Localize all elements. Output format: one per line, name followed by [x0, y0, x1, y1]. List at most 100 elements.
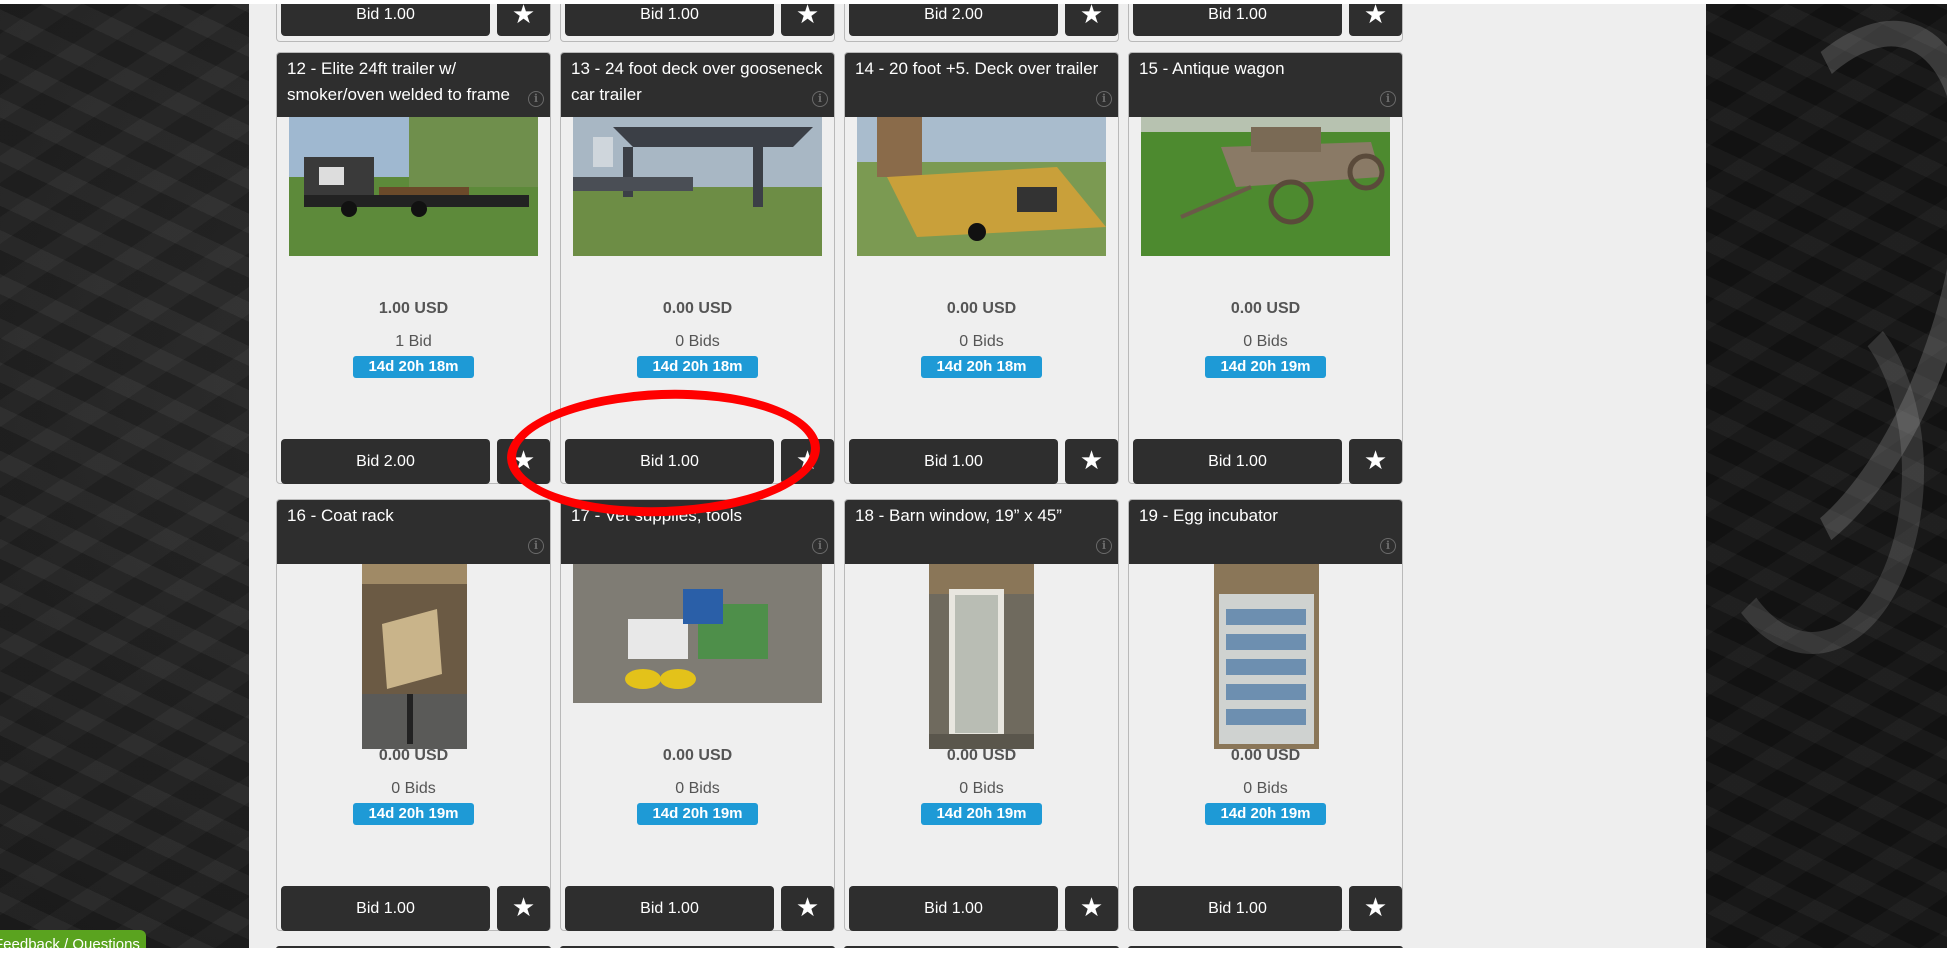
lot-card-14[interactable]: 14 - 20 foot +5. Deck over trailer i 0.0… [844, 52, 1119, 484]
lot-card-header[interactable]: 12 - Elite 24ft trailer w/ smoker/oven w… [277, 53, 550, 117]
star-icon: ★ [795, 893, 820, 923]
lot-card-17[interactable]: 17 - Vet supplies, tools i 0.00 USD 0 Bi… [560, 499, 835, 931]
lot-card-partial: Bid 1.00 ★ [276, 4, 551, 42]
time-remaining-badge: 14d 20h 19m [1205, 356, 1326, 378]
bid-button[interactable]: Bid 2.00 [849, 4, 1058, 36]
bid-button[interactable]: Bid 1.00 [281, 4, 490, 36]
trailer-photo [289, 117, 538, 256]
star-icon: ★ [1363, 893, 1388, 923]
lot-image-trailer-with-smoker[interactable] [289, 117, 538, 256]
bid-count: 0 Bids [675, 780, 720, 797]
star-icon: ★ [1363, 446, 1388, 476]
star-icon: ★ [795, 446, 820, 476]
lot-card-header[interactable]: 16 - Coat rack i [277, 500, 550, 564]
lot-title[interactable]: 12 - Elite 24ft trailer w/ smoker/oven w… [287, 56, 542, 108]
lot-title[interactable]: 15 - Antique wagon [1139, 56, 1394, 82]
current-price: 0.00 USD [662, 300, 733, 317]
bottom-strip [0, 948, 1947, 956]
lot-card-header[interactable]: 17 - Vet supplies, tools i [561, 500, 834, 564]
lot-image-antique-wagon[interactable] [1141, 117, 1390, 256]
lot-title[interactable]: 18 - Barn window, 19” x 45” [855, 503, 1110, 529]
current-price: 0.00 USD [1230, 747, 1301, 764]
info-icon[interactable]: i [812, 538, 828, 554]
bid-button[interactable]: Bid 1.00 [849, 886, 1058, 931]
bid-count: 0 Bids [959, 780, 1004, 797]
lot-card-header[interactable]: 13 - 24 foot deck over gooseneck car tra… [561, 53, 834, 117]
watch-star-button[interactable]: ★ [1349, 886, 1402, 931]
star-icon: ★ [1079, 4, 1104, 30]
coat-rack-photo [362, 564, 467, 749]
lot-card-16[interactable]: 16 - Coat rack i 0.00 USD 0 Bids 14d 20h… [276, 499, 551, 931]
lot-card-header[interactable]: 15 - Antique wagon i [1129, 53, 1402, 117]
star-icon: ★ [511, 446, 536, 476]
bid-button[interactable]: Bid 1.00 [1133, 4, 1342, 36]
lot-card-partial: Bid 1.00 ★ [560, 4, 835, 42]
lot-title[interactable]: 16 - Coat rack [287, 503, 542, 529]
lot-card-15[interactable]: 15 - Antique wagon i 0.00 USD 0 Bids 14d… [1128, 52, 1403, 484]
watch-star-button[interactable]: ★ [1065, 886, 1118, 931]
lot-image-vet-supplies[interactable] [573, 564, 822, 703]
watch-star-button[interactable]: ★ [1349, 4, 1402, 36]
bid-button[interactable]: Bid 1.00 [565, 886, 774, 931]
info-icon[interactable]: i [528, 538, 544, 554]
time-remaining-badge: 14d 20h 19m [1205, 803, 1326, 825]
lot-image-gooseneck-trailer[interactable] [573, 117, 822, 256]
current-price: 0.00 USD [378, 747, 449, 764]
info-icon[interactable]: i [528, 91, 544, 107]
watch-star-button[interactable]: ★ [781, 439, 834, 484]
time-remaining-badge: 14d 20h 18m [637, 356, 758, 378]
lot-image-barn-window[interactable] [929, 564, 1034, 749]
watch-star-button[interactable]: ★ [497, 4, 550, 36]
watch-star-button[interactable]: ★ [1349, 439, 1402, 484]
watch-star-button[interactable]: ★ [1065, 4, 1118, 36]
lot-card-13[interactable]: 13 - 24 foot deck over gooseneck car tra… [560, 52, 835, 484]
auction-content-panel: Bid 1.00 ★ Bid 1.00 ★ Bid 2.00 ★ Bid 1.0… [249, 4, 1706, 948]
trailer-photo [857, 117, 1106, 256]
lot-image-coat-rack[interactable] [362, 564, 467, 749]
info-icon[interactable]: i [1096, 538, 1112, 554]
vet-supplies-photo [573, 564, 822, 703]
current-price: 0.00 USD [946, 747, 1017, 764]
current-price: 0.00 USD [662, 747, 733, 764]
info-icon[interactable]: i [1380, 91, 1396, 107]
lot-title[interactable]: 19 - Egg incubator [1139, 503, 1394, 529]
lot-title[interactable]: 17 - Vet supplies, tools [571, 503, 826, 529]
watch-star-button[interactable]: ★ [497, 439, 550, 484]
background-logo-swirl-lower [1700, 290, 1924, 654]
info-icon[interactable]: i [812, 91, 828, 107]
lot-card-12[interactable]: 12 - Elite 24ft trailer w/ smoker/oven w… [276, 52, 551, 484]
watch-star-button[interactable]: ★ [781, 886, 834, 931]
star-icon: ★ [1079, 893, 1104, 923]
lot-card-19[interactable]: 19 - Egg incubator i 0.00 USD 0 Bids 14d… [1128, 499, 1403, 931]
watch-star-button[interactable]: ★ [497, 886, 550, 931]
lot-grid: Bid 1.00 ★ Bid 1.00 ★ Bid 2.00 ★ Bid 1.0… [269, 4, 1429, 948]
star-icon: ★ [1363, 4, 1388, 30]
bid-count: 1 Bid [395, 333, 432, 350]
lot-title[interactable]: 14 - 20 foot +5. Deck over trailer [855, 56, 1110, 82]
time-remaining-badge: 14d 20h 19m [353, 803, 474, 825]
lot-card-18[interactable]: 18 - Barn window, 19” x 45” i 0.00 USD 0… [844, 499, 1119, 931]
watch-star-button[interactable]: ★ [781, 4, 834, 36]
wagon-photo [1141, 117, 1390, 256]
watch-star-button[interactable]: ★ [1065, 439, 1118, 484]
lot-card-header[interactable]: 14 - 20 foot +5. Deck over trailer i [845, 53, 1118, 117]
lot-title[interactable]: 13 - 24 foot deck over gooseneck car tra… [571, 56, 826, 108]
lot-image-egg-incubator[interactable] [1214, 564, 1319, 749]
lot-card-header[interactable]: 19 - Egg incubator i [1129, 500, 1402, 564]
info-icon[interactable]: i [1096, 91, 1112, 107]
bid-button[interactable]: Bid 1.00 [281, 886, 490, 931]
lot-image-deck-over-trailer[interactable] [857, 117, 1106, 256]
bid-button[interactable]: Bid 1.00 [565, 4, 774, 36]
lot-card-header[interactable]: 18 - Barn window, 19” x 45” i [845, 500, 1118, 564]
bid-button[interactable]: Bid 1.00 [1133, 439, 1342, 484]
bid-button[interactable]: Bid 1.00 [565, 439, 774, 484]
trailer-photo [573, 117, 822, 256]
bid-button[interactable]: Bid 1.00 [849, 439, 1058, 484]
bid-count: 0 Bids [675, 333, 720, 350]
bid-count: 0 Bids [959, 333, 1004, 350]
bid-button[interactable]: Bid 2.00 [281, 439, 490, 484]
egg-incubator-photo [1214, 564, 1319, 749]
time-remaining-badge: 14d 20h 19m [637, 803, 758, 825]
info-icon[interactable]: i [1380, 538, 1396, 554]
bid-button[interactable]: Bid 1.00 [1133, 886, 1342, 931]
